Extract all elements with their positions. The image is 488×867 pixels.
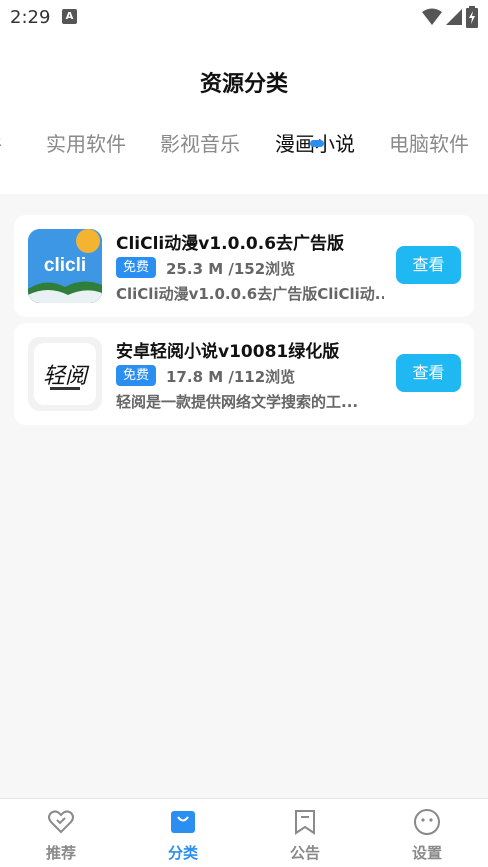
header: 资源分类 件 实用软件 影视音乐 漫画小说 电脑软件 [0, 34, 488, 194]
item-description: 轻阅是一款提供网络文学搜索的工... [116, 393, 359, 411]
tab-video-music[interactable]: 影视音乐 [160, 128, 240, 157]
item-title: CliCli动漫v1.0.0.6去广告版 [116, 234, 345, 254]
status-time: 2:29 [10, 7, 51, 28]
item-meta: 25.3 M /152浏览 [166, 260, 296, 278]
bottom-nav: 推荐 分类 公告 设置 [0, 798, 488, 867]
view-button[interactable]: 查看 [396, 354, 461, 392]
nav-announcement[interactable]: 公告 [244, 799, 366, 867]
nav-label: 推荐 [45, 844, 76, 862]
nav-label: 公告 [289, 844, 320, 862]
bookmark-icon [295, 810, 315, 835]
qingyue-app-icon: 轻阅 [28, 337, 102, 411]
nav-recommend[interactable]: 推荐 [0, 799, 122, 867]
qingyue-logo-text: 轻阅 [43, 364, 90, 389]
status-bar: 2:29 A [0, 0, 488, 34]
free-badge: 免费 [116, 257, 156, 278]
clicli-app-icon: clicli [28, 229, 102, 303]
signal-icon [446, 9, 462, 25]
nav-label: 分类 [167, 844, 198, 862]
nav-label: 设置 [411, 844, 442, 862]
free-badge: 免费 [116, 365, 156, 386]
list-item[interactable]: clicli CliCli动漫v1.0.0.6去广告版 免费 25.3 M /1… [14, 215, 474, 317]
item-description: CliCli动漫v1.0.0.6去广告版CliCli动... [116, 285, 384, 303]
item-meta: 17.8 M /112浏览 [166, 368, 296, 386]
tab-partial[interactable]: 件 [0, 128, 2, 157]
notification-a-icon: A [62, 9, 77, 24]
view-button[interactable]: 查看 [396, 246, 461, 284]
battery-icon [466, 6, 478, 28]
page-title: 资源分类 [199, 72, 288, 97]
tab-utility-software[interactable]: 实用软件 [46, 128, 126, 157]
wifi-icon [422, 8, 442, 25]
clicli-logo-text: clicli [44, 255, 86, 276]
list-item[interactable]: 轻阅 安卓轻阅小说v10081绿化版 免费 17.8 M /112浏览 轻阅是一… [14, 323, 474, 425]
nav-settings[interactable]: 设置 [366, 799, 488, 867]
status-icons [422, 6, 478, 28]
tab-active-indicator [310, 140, 324, 147]
nav-category[interactable]: 分类 [122, 799, 244, 867]
tab-pc-software[interactable]: 电脑软件 [389, 128, 469, 157]
bag-icon [171, 811, 195, 833]
smiley-icon [414, 809, 440, 835]
heart-icon [48, 810, 74, 834]
item-title: 安卓轻阅小说v10081绿化版 [116, 342, 340, 362]
